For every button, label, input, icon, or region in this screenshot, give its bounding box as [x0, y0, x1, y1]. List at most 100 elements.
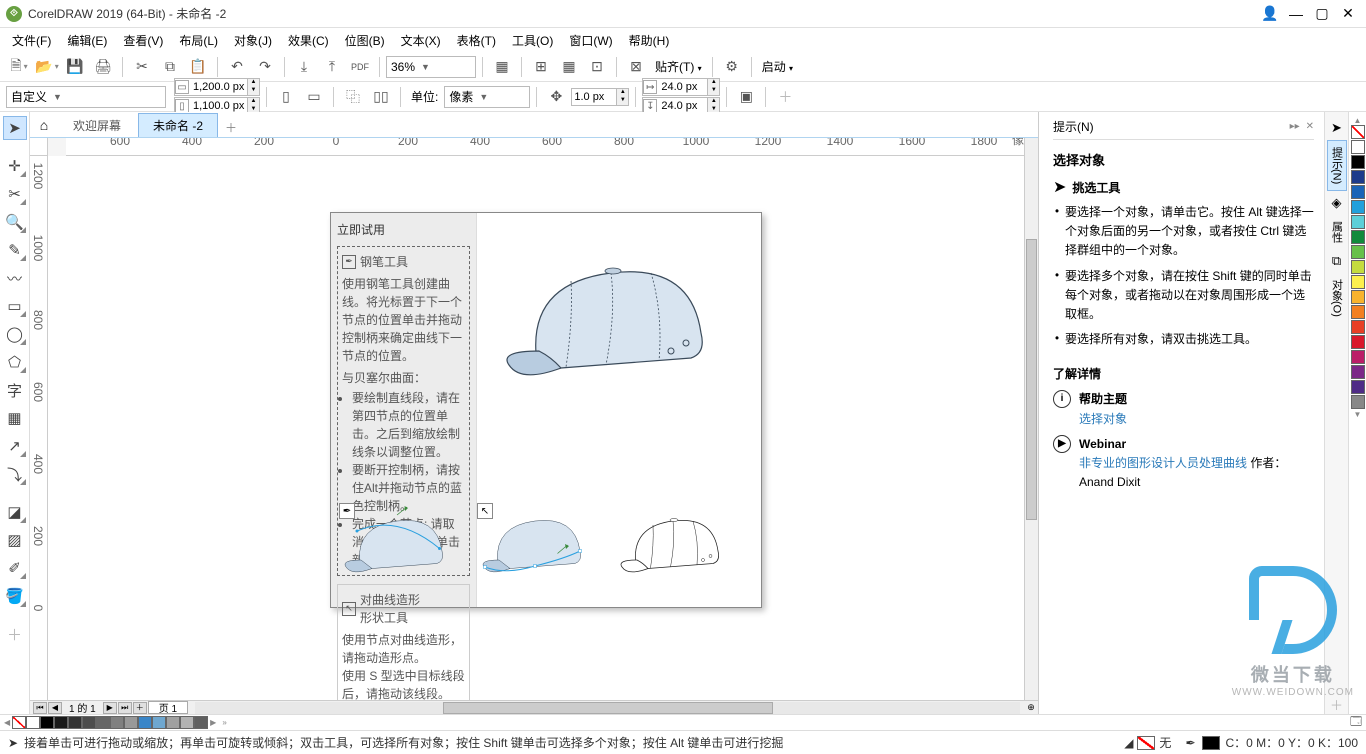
color-swatch[interactable]	[1351, 335, 1365, 349]
color-swatch[interactable]	[166, 716, 180, 729]
pick-tool[interactable]: ➤	[3, 116, 27, 140]
first-page-button[interactable]: ⏮	[33, 702, 47, 714]
nav-icon[interactable]: ⊕	[1024, 702, 1038, 714]
freehand-tool[interactable]: ✎	[3, 238, 27, 262]
color-swatch[interactable]	[1351, 320, 1365, 334]
palette-up-button[interactable]: ▲	[1354, 116, 1362, 125]
color-swatch[interactable]	[1351, 230, 1365, 244]
sidetab-diamond-icon[interactable]: ◈	[1327, 193, 1347, 213]
sidetab-layers-icon[interactable]: ⧉	[1327, 251, 1347, 271]
copy-button[interactable]: ⧉	[157, 55, 183, 79]
transparency-tool[interactable]: ▨	[3, 528, 27, 552]
options-button[interactable]: ⚙	[719, 55, 745, 79]
last-page-button[interactable]: ⏭	[118, 702, 132, 714]
home-tab[interactable]: ⌂	[30, 113, 58, 137]
palette-left-button[interactable]: ◀	[4, 718, 10, 727]
redo-button[interactable]: ↷	[252, 55, 278, 79]
menu-view[interactable]: 查看(V)	[115, 30, 171, 51]
menu-window[interactable]: 窗口(W)	[561, 30, 620, 51]
menu-bitmap[interactable]: 位图(B)	[337, 30, 393, 51]
undo-button[interactable]: ↶	[224, 55, 250, 79]
launch-dropdown[interactable]: 启动 ▾	[758, 58, 797, 75]
menu-file[interactable]: 文件(F)	[4, 30, 59, 51]
color-swatch[interactable]	[82, 716, 96, 729]
color-swatch[interactable]	[1351, 170, 1365, 184]
menu-help[interactable]: 帮助(H)	[621, 30, 678, 51]
shape-tool[interactable]: ✛	[3, 154, 27, 178]
color-swatch[interactable]	[1351, 305, 1365, 319]
units-combo[interactable]: 像素▼	[444, 86, 530, 108]
color-swatch[interactable]	[1351, 275, 1365, 289]
sidetab-objects[interactable]: 对象(O)	[1327, 273, 1347, 323]
print-button[interactable]: 🖨	[90, 55, 116, 79]
drawing-canvas[interactable]: 立即试用 ✒钢笔工具 使用钢笔工具创建曲线。将光标置于下一个节点的位置单击并拖动…	[48, 156, 1038, 700]
all-pages-button[interactable]: ⿻	[340, 85, 366, 109]
add-toolbar-button[interactable]: ＋	[772, 85, 798, 109]
maximize-button[interactable]: ▢	[1310, 3, 1334, 25]
open-button[interactable]: 📂	[34, 55, 60, 79]
treat-as-filled-button[interactable]: ▣	[733, 85, 759, 109]
next-page-button[interactable]: ▶	[103, 702, 117, 714]
help-link[interactable]: 选择对象	[1079, 412, 1127, 426]
snap-toggle-button[interactable]: ⊠	[623, 55, 649, 79]
table-tool[interactable]: ▦	[3, 406, 27, 430]
user-icon[interactable]: 👤	[1258, 3, 1282, 25]
ellipse-tool[interactable]: ◯	[3, 322, 27, 346]
crop-tool[interactable]: ✂	[3, 182, 27, 206]
cut-button[interactable]: ✂	[129, 55, 155, 79]
page-width-input[interactable]	[191, 79, 247, 95]
add-tool-button[interactable]: ＋	[3, 622, 27, 646]
color-swatch[interactable]	[26, 716, 40, 729]
add-page-button[interactable]: ＋	[133, 702, 147, 714]
eyedropper-tool[interactable]: ✐	[3, 556, 27, 580]
add-tab-button[interactable]: ＋	[220, 117, 242, 137]
save-button[interactable]: 💾	[62, 55, 88, 79]
menu-table[interactable]: 表格(T)	[449, 30, 504, 51]
current-page-button[interactable]: ▯▯	[368, 85, 394, 109]
snap-dropdown[interactable]: 贴齐(T) ▾	[651, 58, 706, 75]
color-swatch[interactable]	[1351, 155, 1365, 169]
menu-edit[interactable]: 编辑(E)	[59, 30, 115, 51]
connector-tool[interactable]: ⤵	[3, 462, 27, 486]
page-width-field[interactable]: ▭▲▼	[174, 78, 260, 96]
color-swatch[interactable]	[1351, 365, 1365, 379]
color-swatch[interactable]	[194, 716, 208, 729]
color-swatch[interactable]	[1351, 290, 1365, 304]
color-swatch[interactable]	[1351, 260, 1365, 274]
dupx-field[interactable]: ↦▲▼	[642, 78, 720, 96]
vertical-ruler[interactable]: 1200 1000 800 600 400 200 0	[30, 156, 48, 700]
sidetab-hints[interactable]: 提示(N)	[1327, 140, 1347, 191]
color-swatch[interactable]	[124, 716, 138, 729]
guides-button[interactable]: ⊡	[584, 55, 610, 79]
docker-close-button[interactable]: ✕	[1306, 121, 1314, 132]
document-tab[interactable]: 未命名 -2	[138, 113, 218, 137]
rectangle-tool[interactable]: ▭	[3, 294, 27, 318]
no-color-swatch[interactable]	[1351, 125, 1365, 139]
horizontal-scrollbar[interactable]	[195, 702, 1020, 714]
close-button[interactable]: ✕	[1336, 3, 1360, 25]
color-swatch[interactable]	[1351, 200, 1365, 214]
page-1-tab[interactable]: 页 1	[148, 701, 188, 714]
welcome-tab[interactable]: 欢迎屏幕	[58, 113, 136, 137]
palette-flyout-button[interactable]: »	[222, 718, 226, 727]
sidetab-properties[interactable]: 属性	[1327, 215, 1347, 249]
menu-text[interactable]: 文本(X)	[393, 30, 449, 51]
export-button[interactable]: ⤒	[319, 55, 345, 79]
menu-effects[interactable]: 效果(C)	[280, 30, 337, 51]
menu-layout[interactable]: 布局(L)	[171, 30, 226, 51]
dimension-tool[interactable]: ↗	[3, 434, 27, 458]
color-swatch[interactable]	[1351, 140, 1365, 154]
pdf-button[interactable]: PDF	[347, 55, 373, 79]
webinar-link[interactable]: 非专业的图形设计人员处理曲线	[1079, 456, 1247, 470]
color-swatch[interactable]	[1351, 380, 1365, 394]
sidetab-add-button[interactable]: ＋	[1327, 694, 1347, 714]
scrollbar-thumb[interactable]	[1026, 239, 1037, 520]
landscape-button[interactable]: ▭	[301, 85, 327, 109]
sidetab-cursor-icon[interactable]: ➤	[1327, 118, 1347, 138]
horizontal-ruler[interactable]: 600 400 200 0 200 400 600 800 1000 1200 …	[66, 138, 1038, 156]
color-swatch[interactable]	[110, 716, 124, 729]
palette-menu-button[interactable]: 🗔	[1350, 713, 1362, 732]
color-swatch[interactable]	[1351, 395, 1365, 409]
color-swatch[interactable]	[138, 716, 152, 729]
color-swatch[interactable]	[1351, 215, 1365, 229]
